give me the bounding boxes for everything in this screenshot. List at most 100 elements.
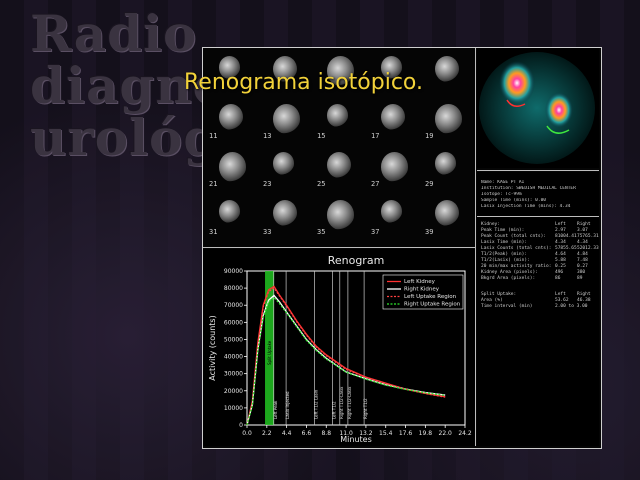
scan-frame: 13 (263, 102, 300, 140)
info-cell: Bkgrd Area (pixels): (481, 276, 536, 281)
frame-number: 17 (371, 132, 380, 140)
info-cell: 86 (555, 276, 561, 281)
panel-divider-right (477, 170, 599, 171)
x-tick-label: 17.6 (399, 430, 413, 437)
scan-frame: 25 (317, 150, 352, 188)
scan-frame: 19 (425, 102, 462, 140)
chart-title: Renogram (328, 254, 385, 267)
scan-frame-blob (219, 152, 246, 182)
scan-frame-blob (327, 200, 354, 230)
scan-frame-blob (435, 200, 460, 227)
scan-frame-blob (219, 200, 241, 223)
info-row: Bkgrd Area (pixels): 86 89 (481, 276, 597, 282)
marker-label: Left Peak (273, 400, 278, 419)
y-tick-label: 50000 (224, 336, 243, 343)
legend-label: Right Uptake Region (404, 302, 461, 308)
frame-number: 23 (263, 180, 272, 188)
x-tick-label: 22.0 (439, 430, 453, 437)
y-tick-label: 0 (239, 422, 243, 429)
scan-frame-blob (273, 104, 300, 134)
scan-frame-blob (435, 104, 462, 134)
patient-line: Lasix Injection Time (mins): 4.34 (481, 204, 571, 209)
kidney-scan-image (479, 52, 595, 164)
x-tick-label: 2.2 (262, 430, 272, 437)
x-tick-label: 15.4 (379, 430, 393, 437)
scan-frame: 35 (317, 198, 354, 236)
body-outline (479, 52, 595, 164)
scan-frame: 23 (263, 150, 295, 188)
band-label: Split Uptake (267, 340, 272, 365)
legend-label: Left Uptake Region (404, 294, 457, 300)
scan-frame: 27 (371, 150, 408, 188)
y-tick-label: 60000 (224, 319, 243, 326)
x-tick-label: 4.4 (282, 430, 292, 437)
scan-frame: 21 (209, 150, 246, 188)
marker-label: Left T1/2 (332, 401, 337, 419)
y-tick-label: 70000 (224, 302, 243, 309)
legend-label: Right Kidney (404, 287, 440, 293)
marker-label: Right T1/2 (363, 398, 368, 419)
patient-info: Name: KAGE PT AI Institution: SWEDISH ME… (481, 180, 576, 210)
renogram-chart: Renogram Split Uptake Left Peak Lasix Injec… (203, 249, 475, 446)
info-row: Time interval (min) 2.00 to 3.00 (481, 304, 597, 310)
y-tick-label: 20000 (224, 388, 243, 395)
frame-number: 29 (425, 180, 434, 188)
y-tick-label: 80000 (224, 285, 243, 292)
scan-frame-blob (381, 200, 403, 223)
x-tick-label: 8.8 (321, 430, 331, 437)
panel-divider-horizontal (203, 247, 475, 248)
x-tick-label: 0.0 (242, 430, 252, 437)
x-tick-label: 24.2 (458, 430, 472, 437)
scan-frame: 31 (209, 198, 241, 236)
left-kidney-blob (499, 61, 535, 105)
renogram-svg: Renogram Split Uptake Left Peak Lasix Injec… (208, 254, 472, 444)
scan-frame-blob (435, 56, 460, 83)
frame-number: 15 (317, 132, 326, 140)
info-divider-1 (477, 216, 599, 217)
scan-frame: 17 (371, 102, 406, 140)
right-kidney-blob (545, 92, 573, 128)
scan-frame: 33 (263, 198, 298, 236)
marker-label: Lasix Injected (285, 391, 290, 419)
panel-divider-vertical (475, 48, 476, 446)
marker-label: Left T1/2 Lasix (313, 389, 318, 419)
info-cell: Time interval (min) (481, 304, 533, 309)
frame-number: 37 (371, 228, 380, 236)
frame-number: 39 (425, 228, 434, 236)
scan-frame-blob (381, 104, 406, 131)
x-tick-label: 6.6 (302, 430, 312, 437)
info-cell: 2.00 to 3.00 (555, 304, 588, 309)
split-uptake-stats: Split Uptake: Left Right Area (%) 53.62 46.38… (481, 292, 597, 310)
frame-number: 13 (263, 132, 272, 140)
scan-frame-blob (327, 152, 352, 179)
scan-frame: 15 (317, 102, 349, 140)
frame-number: 11 (209, 132, 218, 140)
info-cell: 89 (577, 276, 583, 281)
frame-number: 19 (425, 132, 434, 140)
y-tick-label: 10000 (224, 405, 243, 412)
frame-number: 27 (371, 180, 380, 188)
scan-frame-blob (327, 104, 349, 127)
scan-frame: 11 (209, 102, 244, 140)
y-tick-label: 90000 (224, 268, 243, 275)
scan-frame: 29 (425, 150, 457, 188)
kidney-stats: Kidney: Left Right Peak Time (min): 2.97 3.07… (481, 222, 599, 282)
frame-number: 31 (209, 228, 218, 236)
legend-label: Left Kidney (404, 279, 436, 285)
x-tick-label: 19.8 (419, 430, 433, 437)
y-axis-label: Activity (counts) (208, 315, 217, 380)
marker-label: Right T1/2-Lasix (339, 386, 344, 419)
frame-number: 33 (263, 228, 272, 236)
scan-frame-blob (435, 152, 457, 175)
slide-title: Renograma isotópico. (184, 70, 423, 95)
scan-frame-blob (381, 152, 408, 182)
color-kidney-scan (477, 48, 599, 168)
y-tick-label: 30000 (224, 371, 243, 378)
marker-label: Right T1/2-Lasix (347, 386, 352, 419)
frame-number: 35 (317, 228, 326, 236)
scan-frame: 37 (371, 198, 403, 236)
x-axis-label: Minutes (340, 435, 372, 444)
frame-number: 25 (317, 180, 326, 188)
scan-frame-blob (273, 152, 295, 175)
scan-frame-blob (219, 104, 244, 131)
